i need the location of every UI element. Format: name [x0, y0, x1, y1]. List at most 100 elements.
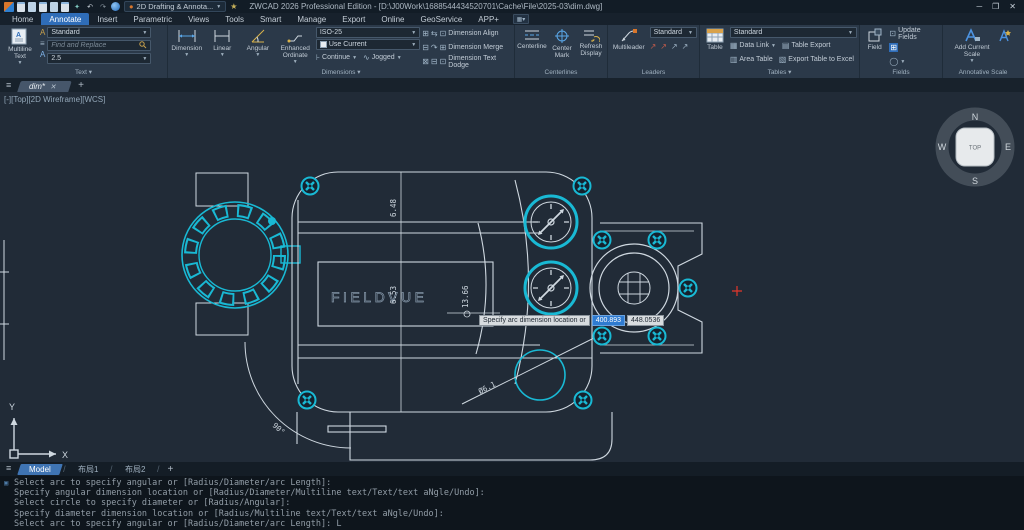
command-input[interactable]: Select arc to specify angular or [Radius… — [14, 519, 342, 529]
dimension-button[interactable]: Dimension ▼ — [170, 27, 204, 59]
tab-home[interactable]: Home — [4, 13, 41, 25]
update-fields-button[interactable]: Update Fields — [898, 27, 940, 41]
text-style-select[interactable]: Standard▼ — [47, 27, 151, 38]
justify-icon[interactable]: ≡ — [40, 39, 45, 48]
panel-label-dimensions[interactable]: Dimensions ▾ — [168, 68, 514, 78]
dim-continue-button[interactable]: Continue — [322, 54, 350, 61]
find-replace-input[interactable]: Find and Replace — [47, 40, 151, 51]
panel-label-tables[interactable]: Tables ▾ — [700, 68, 859, 78]
maximize-button[interactable]: ❐ — [992, 2, 999, 11]
preview-icon[interactable]: ✦ — [72, 2, 82, 12]
tab-annotate[interactable]: Annotate — [41, 13, 89, 25]
tab-layout1[interactable]: 布局1 — [65, 463, 110, 476]
centerline-button[interactable]: Centerline — [517, 27, 547, 50]
area-table-button[interactable]: Area Table — [739, 56, 772, 63]
viewport-controls[interactable]: [-][Top][2D Wireframe][WCS] — [4, 95, 105, 104]
leader-align-icon[interactable]: ↗ — [671, 42, 678, 51]
text-height-select[interactable]: 2.5▼ — [47, 53, 151, 64]
tab-tools[interactable]: Tools — [217, 13, 252, 25]
table-export-button[interactable]: Table Export — [791, 42, 830, 49]
dim-scale-select[interactable]: Use Current▼ — [316, 39, 420, 50]
linear-button[interactable]: Linear ▼ — [206, 27, 240, 59]
layout-menu-icon[interactable]: ≡ — [6, 463, 11, 473]
center-mark-button[interactable]: Center Mark — [549, 27, 575, 59]
close-button[interactable]: ✕ — [1009, 2, 1016, 11]
dim-textedit-icon[interactable]: ⊟ — [431, 57, 438, 66]
panel-label-annotative[interactable]: Annotative Scale — [943, 68, 1023, 78]
panel-label-fields[interactable]: Fields — [860, 68, 942, 78]
add-current-scale-button[interactable]: Add Current Scale ▼ — [951, 27, 993, 65]
panel-label-leaders[interactable]: Leaders — [608, 68, 699, 78]
tab-model[interactable]: Model — [17, 464, 62, 475]
panel-label-text[interactable]: Text ▾ — [0, 68, 167, 78]
doc-tab-dim[interactable]: dim*✕ — [17, 81, 71, 92]
annotative-visibility-button[interactable] — [995, 27, 1015, 43]
tab-geoservice[interactable]: GeoService — [412, 13, 470, 25]
data-link-button[interactable]: Data Link — [739, 42, 769, 49]
tab-export[interactable]: Export — [334, 13, 373, 25]
tab-separator: / — [63, 464, 66, 474]
dim-style-select[interactable]: ISO-25▼ — [316, 27, 420, 38]
new-file-icon[interactable] — [17, 2, 25, 12]
undo-icon[interactable]: ↶ — [85, 2, 95, 12]
tab-views[interactable]: Views — [180, 13, 217, 25]
online-icon[interactable] — [111, 2, 120, 11]
dimension-align-button[interactable]: Dimension Align — [448, 30, 498, 37]
save-icon[interactable] — [39, 2, 47, 12]
redo-icon[interactable]: ↷ — [98, 2, 108, 12]
dim-space-icon[interactable]: ⇆ — [431, 29, 438, 38]
dim-jogged-button[interactable]: Jogged — [372, 54, 395, 61]
mleader-style-select[interactable]: Standard▼ — [650, 27, 697, 38]
enhanced-ordinate-button[interactable]: Enhanced Ordinate ▼ — [277, 27, 314, 66]
ribbon-display-options[interactable]: ▦▾ — [513, 14, 529, 24]
command-line[interactable]: ▣ Select arc to specify angular or [Radiu… — [0, 476, 1024, 530]
dimension-merge-button[interactable]: Dimension Merge — [448, 44, 503, 51]
close-doc-icon[interactable]: ✕ — [50, 84, 56, 91]
export-excel-icon: ▧ — [779, 55, 787, 64]
dim-break-icon[interactable]: ⊞ — [422, 29, 429, 38]
leader-remove-icon[interactable]: ↗ — [660, 42, 667, 51]
new-layout-icon[interactable]: + — [168, 464, 174, 475]
dim-653: 6.53 — [389, 286, 398, 304]
field-button[interactable]: Field — [862, 27, 887, 51]
save-as-icon[interactable] — [50, 2, 58, 12]
view-compass[interactable]: N E S W TOP — [938, 112, 1011, 186]
dynamic-input-value[interactable]: 400.893 — [592, 315, 625, 326]
tab-app-plus[interactable]: APP+ — [470, 13, 507, 25]
field-display-icon[interactable]: ⊞ — [889, 43, 898, 52]
table-style-select[interactable]: Standard▼ — [730, 27, 857, 38]
command-text: Specify diameter dimension location or [… — [14, 509, 444, 519]
plot-icon[interactable] — [61, 2, 69, 12]
tab-manage[interactable]: Manage — [289, 13, 334, 25]
text-height-icon[interactable]: A — [40, 50, 45, 59]
leader-add-icon[interactable]: ↗ — [650, 42, 657, 51]
multiline-text-button[interactable]: A Multiline Text ▼ — [2, 27, 38, 67]
command-history-icon[interactable]: ▣ — [4, 478, 14, 488]
dynamic-input-angle[interactable]: 448.0536 — [627, 315, 664, 326]
export-table-excel-button[interactable]: Export Table to Excel — [788, 56, 854, 63]
new-doc-icon[interactable]: + — [78, 80, 84, 91]
table-button[interactable]: Table — [702, 27, 728, 51]
field-convert-icon[interactable]: ◯ — [889, 57, 898, 66]
tab-smart[interactable]: Smart — [252, 13, 289, 25]
multileader-button[interactable]: Multileader — [610, 27, 648, 51]
dimension-text-dodge-button[interactable]: Dimension Text Dodge — [448, 55, 512, 69]
open-file-icon[interactable] — [28, 2, 36, 12]
dim-reassoc-icon[interactable]: ↷ — [431, 43, 438, 52]
tab-parametric[interactable]: Parametric — [125, 13, 180, 25]
tab-online[interactable]: Online — [373, 13, 412, 25]
tab-layout2[interactable]: 布局2 — [112, 463, 157, 476]
workspace-switcher[interactable]: ● 2D Drafting & Annota... ▼ — [124, 1, 226, 12]
dim-oblique-icon[interactable]: ⊠ — [422, 57, 429, 66]
dim-update-icon[interactable]: ⊟ — [422, 43, 429, 52]
refresh-display-button[interactable]: Refresh Display — [577, 27, 605, 57]
doc-menu-icon[interactable]: ≡ — [6, 80, 11, 90]
tab-insert[interactable]: Insert — [89, 13, 125, 25]
leader-collect-icon[interactable]: ↗ — [682, 42, 689, 51]
text-style-icon[interactable]: A — [40, 28, 45, 37]
drawing-canvas[interactable]: FIELDVUE Ø6.1 — [0, 92, 1024, 462]
angular-button[interactable]: Angular ▼ — [241, 27, 275, 59]
panel-label-centerlines[interactable]: Centerlines — [515, 68, 607, 78]
star-icon[interactable]: ★ — [230, 2, 237, 11]
minimize-button[interactable]: ─ — [976, 2, 982, 11]
